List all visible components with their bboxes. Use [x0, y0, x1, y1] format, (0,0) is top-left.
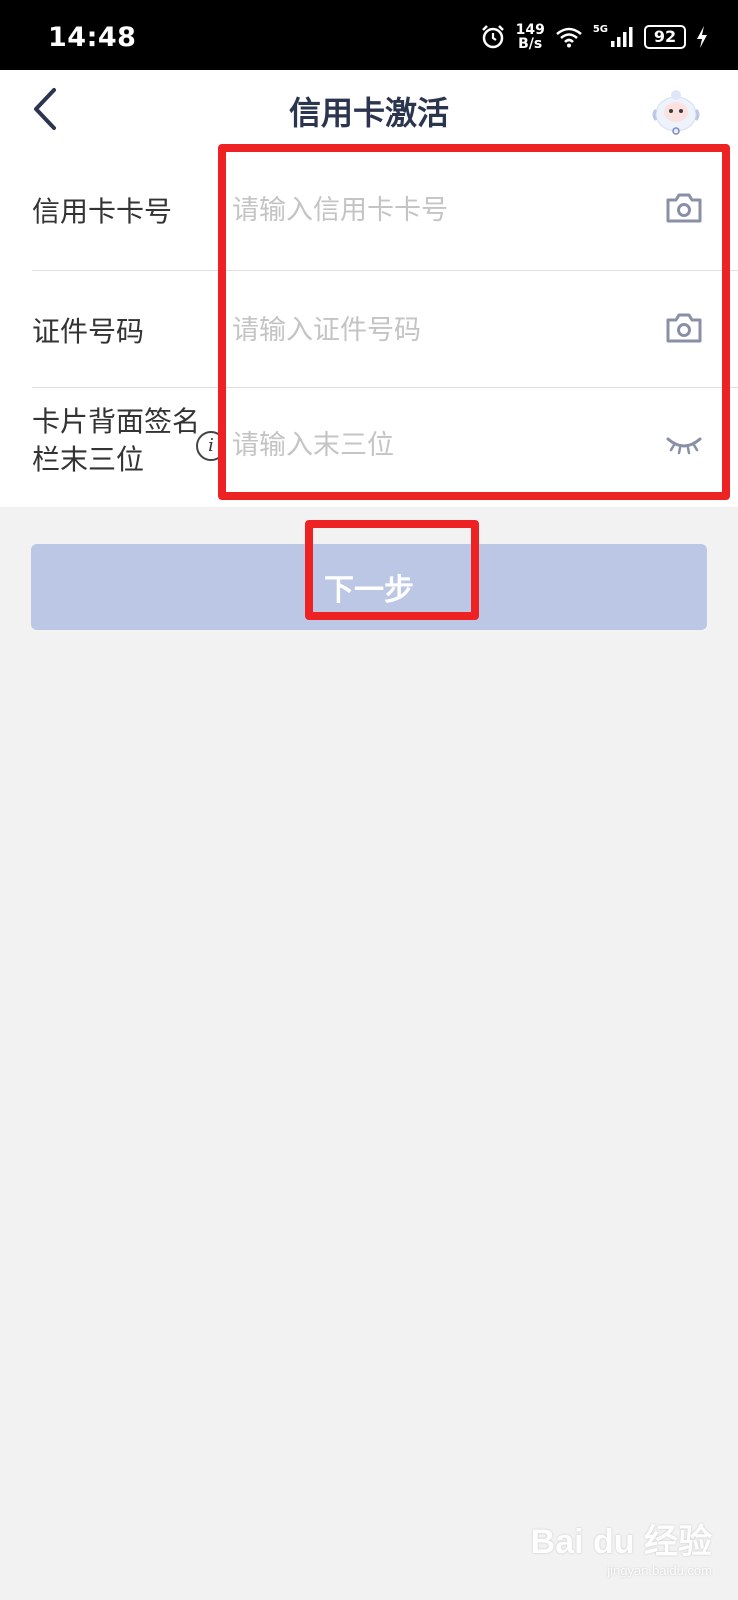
id-number-label: 证件号码 — [32, 315, 145, 348]
highlight-box-next — [305, 520, 479, 620]
alarm-icon — [481, 25, 504, 49]
watermark-sub: jingyan.baidu.com — [607, 1563, 712, 1578]
card-number-label: 信用卡卡号 — [32, 195, 173, 228]
charging-icon — [697, 26, 707, 48]
baidu-watermark: Bai du 经验 jingyan.baidu.com — [531, 1514, 712, 1578]
status-bar: 14:48 149 B/s 5G 92 — [0, 0, 738, 70]
wifi-icon — [556, 27, 582, 48]
network-type: 5G — [592, 23, 608, 35]
status-time: 14:48 — [48, 22, 137, 53]
watermark-main: Bai du 经验 — [530, 1523, 712, 1561]
net-speed-value: 149 — [515, 22, 545, 38]
page-title: 信用卡激活 — [288, 94, 449, 132]
highlight-box-inputs — [218, 144, 730, 500]
net-speed: 149 B/s — [516, 23, 545, 51]
nav-bar: 信用卡激活 — [0, 70, 738, 150]
status-icons: 149 B/s 5G 92 — [480, 22, 708, 52]
cvv-label: 卡片背面签名栏末三位 — [32, 405, 201, 476]
cell-signal-icon — [611, 27, 633, 47]
assistant-mascot-icon[interactable] — [648, 84, 704, 140]
net-speed-unit: B/s — [518, 36, 543, 52]
battery-level: 92 — [644, 25, 686, 49]
